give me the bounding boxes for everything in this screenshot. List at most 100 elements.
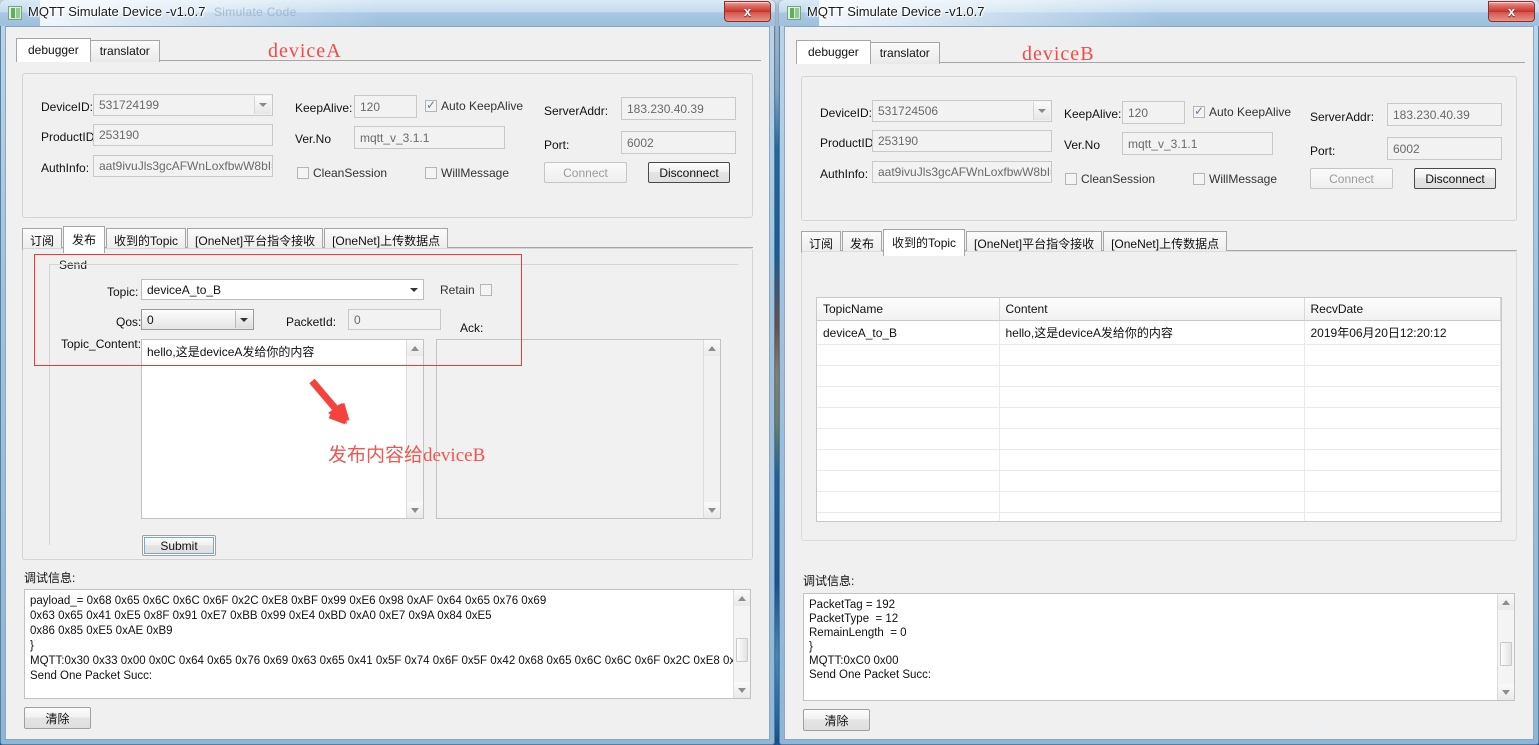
scroll-up-icon[interactable] — [1498, 594, 1514, 610]
window-title: MQTT Simulate Device -v1.0.7 — [807, 4, 985, 19]
device-id-combo[interactable]: 531724506 — [872, 100, 1052, 122]
table-row-empty[interactable] — [817, 470, 1501, 492]
auto-keepalive-checkbox[interactable]: Auto KeepAlive — [1193, 104, 1292, 119]
scroll-down-icon[interactable] — [407, 502, 423, 518]
device-id-combo[interactable]: 531724199 — [93, 94, 273, 116]
tab-translator[interactable]: translator — [89, 40, 160, 62]
table-row-empty[interactable] — [817, 428, 1501, 450]
received-table-wrap[interactable]: TopicName Content RecvDate deviceA_to_B h… — [816, 297, 1502, 522]
port-label: Port: — [544, 138, 570, 152]
device-id-label: DeviceID: — [41, 100, 94, 114]
disconnect-button[interactable]: Disconnect — [1414, 168, 1496, 189]
keepalive-input[interactable]: 120 — [354, 95, 417, 118]
topic-content-scrollbar[interactable] — [406, 340, 423, 518]
submit-button[interactable]: Submit — [142, 535, 216, 556]
auto-keepalive-checkbox[interactable]: Auto KeepAlive — [425, 98, 523, 113]
will-message-checkbox[interactable]: WillMessage — [1193, 172, 1277, 186]
packetid-input[interactable]: 0 — [348, 309, 441, 330]
send-legend: Send — [59, 258, 88, 272]
table-row-empty[interactable] — [817, 365, 1501, 387]
scroll-thumb[interactable] — [736, 638, 748, 662]
col-topicname[interactable]: TopicName — [817, 298, 1000, 321]
clean-session-checkbox[interactable]: CleanSession — [1065, 172, 1155, 186]
table-row-empty[interactable] — [817, 512, 1501, 521]
debug-textarea[interactable]: PacketTag = 192 PacketType = 12 RemainLe… — [803, 593, 1515, 701]
table-row-empty[interactable] — [817, 386, 1501, 408]
ack-output-textarea[interactable] — [436, 339, 721, 519]
tab-debugger[interactable]: debugger — [796, 40, 871, 64]
auth-info-input[interactable]: aat9ivuJls3gcAFWnLoxfbwW8bI= — [93, 155, 273, 177]
debug-scrollbar[interactable] — [1497, 594, 1514, 700]
chevron-down-icon[interactable] — [1033, 102, 1050, 120]
annotation-deviceB-title: deviceB — [1022, 43, 1095, 65]
ghost-title: Simulate Code — [214, 5, 297, 19]
table-row-empty[interactable] — [817, 449, 1501, 471]
table-cell-empty — [817, 449, 1000, 471]
clear-button[interactable]: 清除 — [24, 707, 91, 729]
debug-textarea[interactable]: payload_= 0x68 0x65 0x6C 0x6C 0x6F 0x2C … — [24, 589, 751, 699]
connect-button[interactable]: Connect — [544, 162, 627, 183]
qos-combo[interactable]: 0 — [141, 309, 254, 330]
scroll-down-icon[interactable] — [734, 682, 750, 698]
port-input[interactable]: 6002 — [621, 131, 736, 154]
verno-input[interactable]: mqtt_v_3.1.1 — [1122, 132, 1273, 155]
chevron-down-icon[interactable] — [254, 96, 271, 114]
subtab-received-topic[interactable]: 收到的Topic — [883, 229, 966, 256]
close-icon[interactable]: x — [724, 1, 771, 22]
tab-translator[interactable]: translator — [869, 42, 940, 64]
topic-content-textarea[interactable]: hello,这是deviceA发给你的内容 — [141, 339, 424, 519]
port-label: Port: — [1310, 144, 1336, 158]
chevron-down-icon[interactable] — [405, 281, 422, 298]
will-message-label: WillMessage — [441, 166, 510, 180]
window-deviceA[interactable]: MQTT Simulate Device -v1.0.7 Simulate Co… — [0, 0, 775, 745]
subtab-publish[interactable]: 发布 — [63, 226, 106, 253]
table-cell-empty — [999, 512, 1305, 521]
connect-button[interactable]: Connect — [1310, 168, 1393, 189]
debug-scrollbar[interactable] — [733, 590, 750, 698]
scroll-down-icon[interactable] — [1498, 684, 1514, 700]
table-cell-empty — [1304, 470, 1501, 492]
watermark-text: https://blog.csdn.net/dpjcn1990 — [1306, 715, 1514, 732]
keepalive-input[interactable]: 120 — [1122, 101, 1185, 124]
scroll-up-icon[interactable] — [734, 590, 750, 606]
clean-session-checkbox[interactable]: CleanSession — [297, 166, 387, 180]
chevron-down-icon[interactable] — [235, 311, 252, 328]
scroll-up-icon[interactable] — [704, 340, 720, 356]
col-recvdate[interactable]: RecvDate — [1304, 298, 1501, 321]
topic-combo[interactable]: deviceA_to_B — [141, 279, 424, 300]
product-id-input[interactable]: 253190 — [872, 130, 1052, 152]
server-addr-input[interactable]: 183.230.40.39 — [1387, 103, 1502, 126]
col-content[interactable]: Content — [999, 298, 1305, 321]
server-addr-input[interactable]: 183.230.40.39 — [621, 97, 736, 120]
table-cell-content: hello,这是deviceA发给你的内容 — [999, 320, 1305, 345]
verno-label: Ver.No — [1064, 138, 1101, 152]
debug-label: 调试信息: — [24, 571, 76, 585]
qos-value: 0 — [147, 312, 154, 327]
auto-keepalive-label: Auto KeepAlive — [1209, 105, 1292, 119]
will-message-checkbox[interactable]: WillMessage — [425, 166, 509, 180]
table-row-empty[interactable] — [817, 344, 1501, 366]
table-row-empty[interactable] — [817, 491, 1501, 513]
ack-output-scrollbar[interactable] — [703, 340, 720, 518]
scroll-down-icon[interactable] — [704, 502, 720, 518]
titlebar[interactable]: MQTT Simulate Device -v1.0.7 Simulate Co… — [0, 0, 775, 26]
table-row[interactable]: deviceA_to_B hello,这是deviceA发给你的内容 2019年06… — [817, 320, 1501, 345]
close-icon[interactable]: x — [1488, 1, 1535, 22]
auth-info-input[interactable]: aat9ivuJls3gcAFWnLoxfbwW8bI= — [872, 161, 1052, 183]
verno-input[interactable]: mqtt_v_3.1.1 — [354, 126, 505, 149]
product-id-input[interactable]: 253190 — [93, 124, 273, 146]
scroll-thumb[interactable] — [1500, 642, 1512, 666]
scroll-up-icon[interactable] — [407, 340, 423, 356]
checkbox-icon — [425, 98, 437, 112]
clear-button[interactable]: 清除 — [803, 709, 870, 731]
retain-checkbox[interactable]: Retain — [440, 283, 492, 297]
table-row-empty[interactable] — [817, 407, 1501, 429]
window-deviceB[interactable]: MQTT Simulate Device -v1.0.7 x debugger t… — [779, 0, 1539, 745]
table-cell-empty — [1304, 512, 1501, 521]
tab-debugger[interactable]: debugger — [16, 38, 91, 62]
packetid-label: PacketId: — [286, 315, 337, 329]
port-input[interactable]: 6002 — [1387, 137, 1502, 160]
table-cell-topicname: deviceA_to_B — [817, 320, 1000, 345]
titlebar[interactable]: MQTT Simulate Device -v1.0.7 x — [779, 0, 1539, 26]
disconnect-button[interactable]: Disconnect — [648, 162, 730, 183]
